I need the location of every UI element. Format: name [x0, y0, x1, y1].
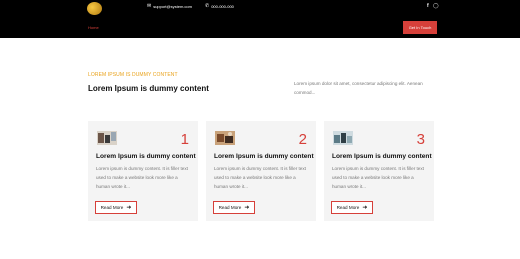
read-more-button[interactable]: Read More ➜ [331, 201, 373, 214]
card-number: 3 [416, 131, 425, 148]
instagram-icon[interactable]: ◯ [433, 4, 439, 9]
card-image [97, 131, 117, 145]
logo[interactable] [87, 2, 102, 15]
mail-icon: ✉ [147, 3, 152, 9]
card-text: Lorem ipsum is dummy content. It is fill… [96, 166, 188, 189]
contact-phone[interactable]: ✆ 000-000-000 [205, 3, 234, 10]
top-header: ✉ support@system.com ✆ 000-000-000 f ◯ H… [0, 0, 520, 38]
card-image [215, 131, 235, 145]
card-title: Lorem Ipsum is dummy content [332, 153, 432, 160]
read-more-button[interactable]: Read More ➜ [95, 201, 137, 214]
card-number: 2 [298, 131, 307, 148]
read-more-button[interactable]: Read More ➜ [213, 201, 255, 214]
arrow-right-icon: ➜ [244, 204, 250, 211]
phone-text: 000-000-000 [211, 4, 234, 9]
card-text: Lorem ipsum is dummy content. It is fill… [332, 166, 424, 189]
feature-card-3: 3 Lorem Ipsum is dummy content Lorem ips… [324, 121, 434, 221]
read-more-label: Read More [218, 205, 242, 210]
section-eyebrow: LOREM IPSUM IS DUMMY CONTENT [88, 72, 178, 78]
email-text: support@system.com [153, 4, 192, 9]
facebook-icon[interactable]: f [427, 4, 429, 9]
contact-email[interactable]: ✉ support@system.com [147, 3, 192, 10]
read-more-label: Read More [100, 205, 124, 210]
nav-home-link[interactable]: Home [88, 25, 99, 30]
card-title: Lorem Ipsum is dummy content [96, 153, 196, 160]
arrow-right-icon: ➜ [362, 204, 368, 211]
feature-card-2: 2 Lorem Ipsum is dummy content Lorem ips… [206, 121, 316, 221]
card-title: Lorem Ipsum is dummy content [214, 153, 314, 160]
intro-paragraph: Lorem ipsum dolor sit amet, consectetur … [294, 81, 423, 95]
card-number: 1 [180, 131, 189, 148]
phone-icon: ✆ [205, 3, 210, 9]
arrow-right-icon: ➜ [126, 204, 132, 211]
card-image [333, 131, 353, 145]
card-text: Lorem ipsum is dummy content. It is fill… [214, 166, 306, 189]
feature-card-1: 1 Lorem Ipsum is dummy content Lorem ips… [88, 121, 198, 221]
read-more-label: Read More [336, 205, 360, 210]
section-headline: Lorem Ipsum is dummy content [88, 84, 209, 93]
get-in-touch-button[interactable]: Get In Touch [403, 21, 437, 34]
